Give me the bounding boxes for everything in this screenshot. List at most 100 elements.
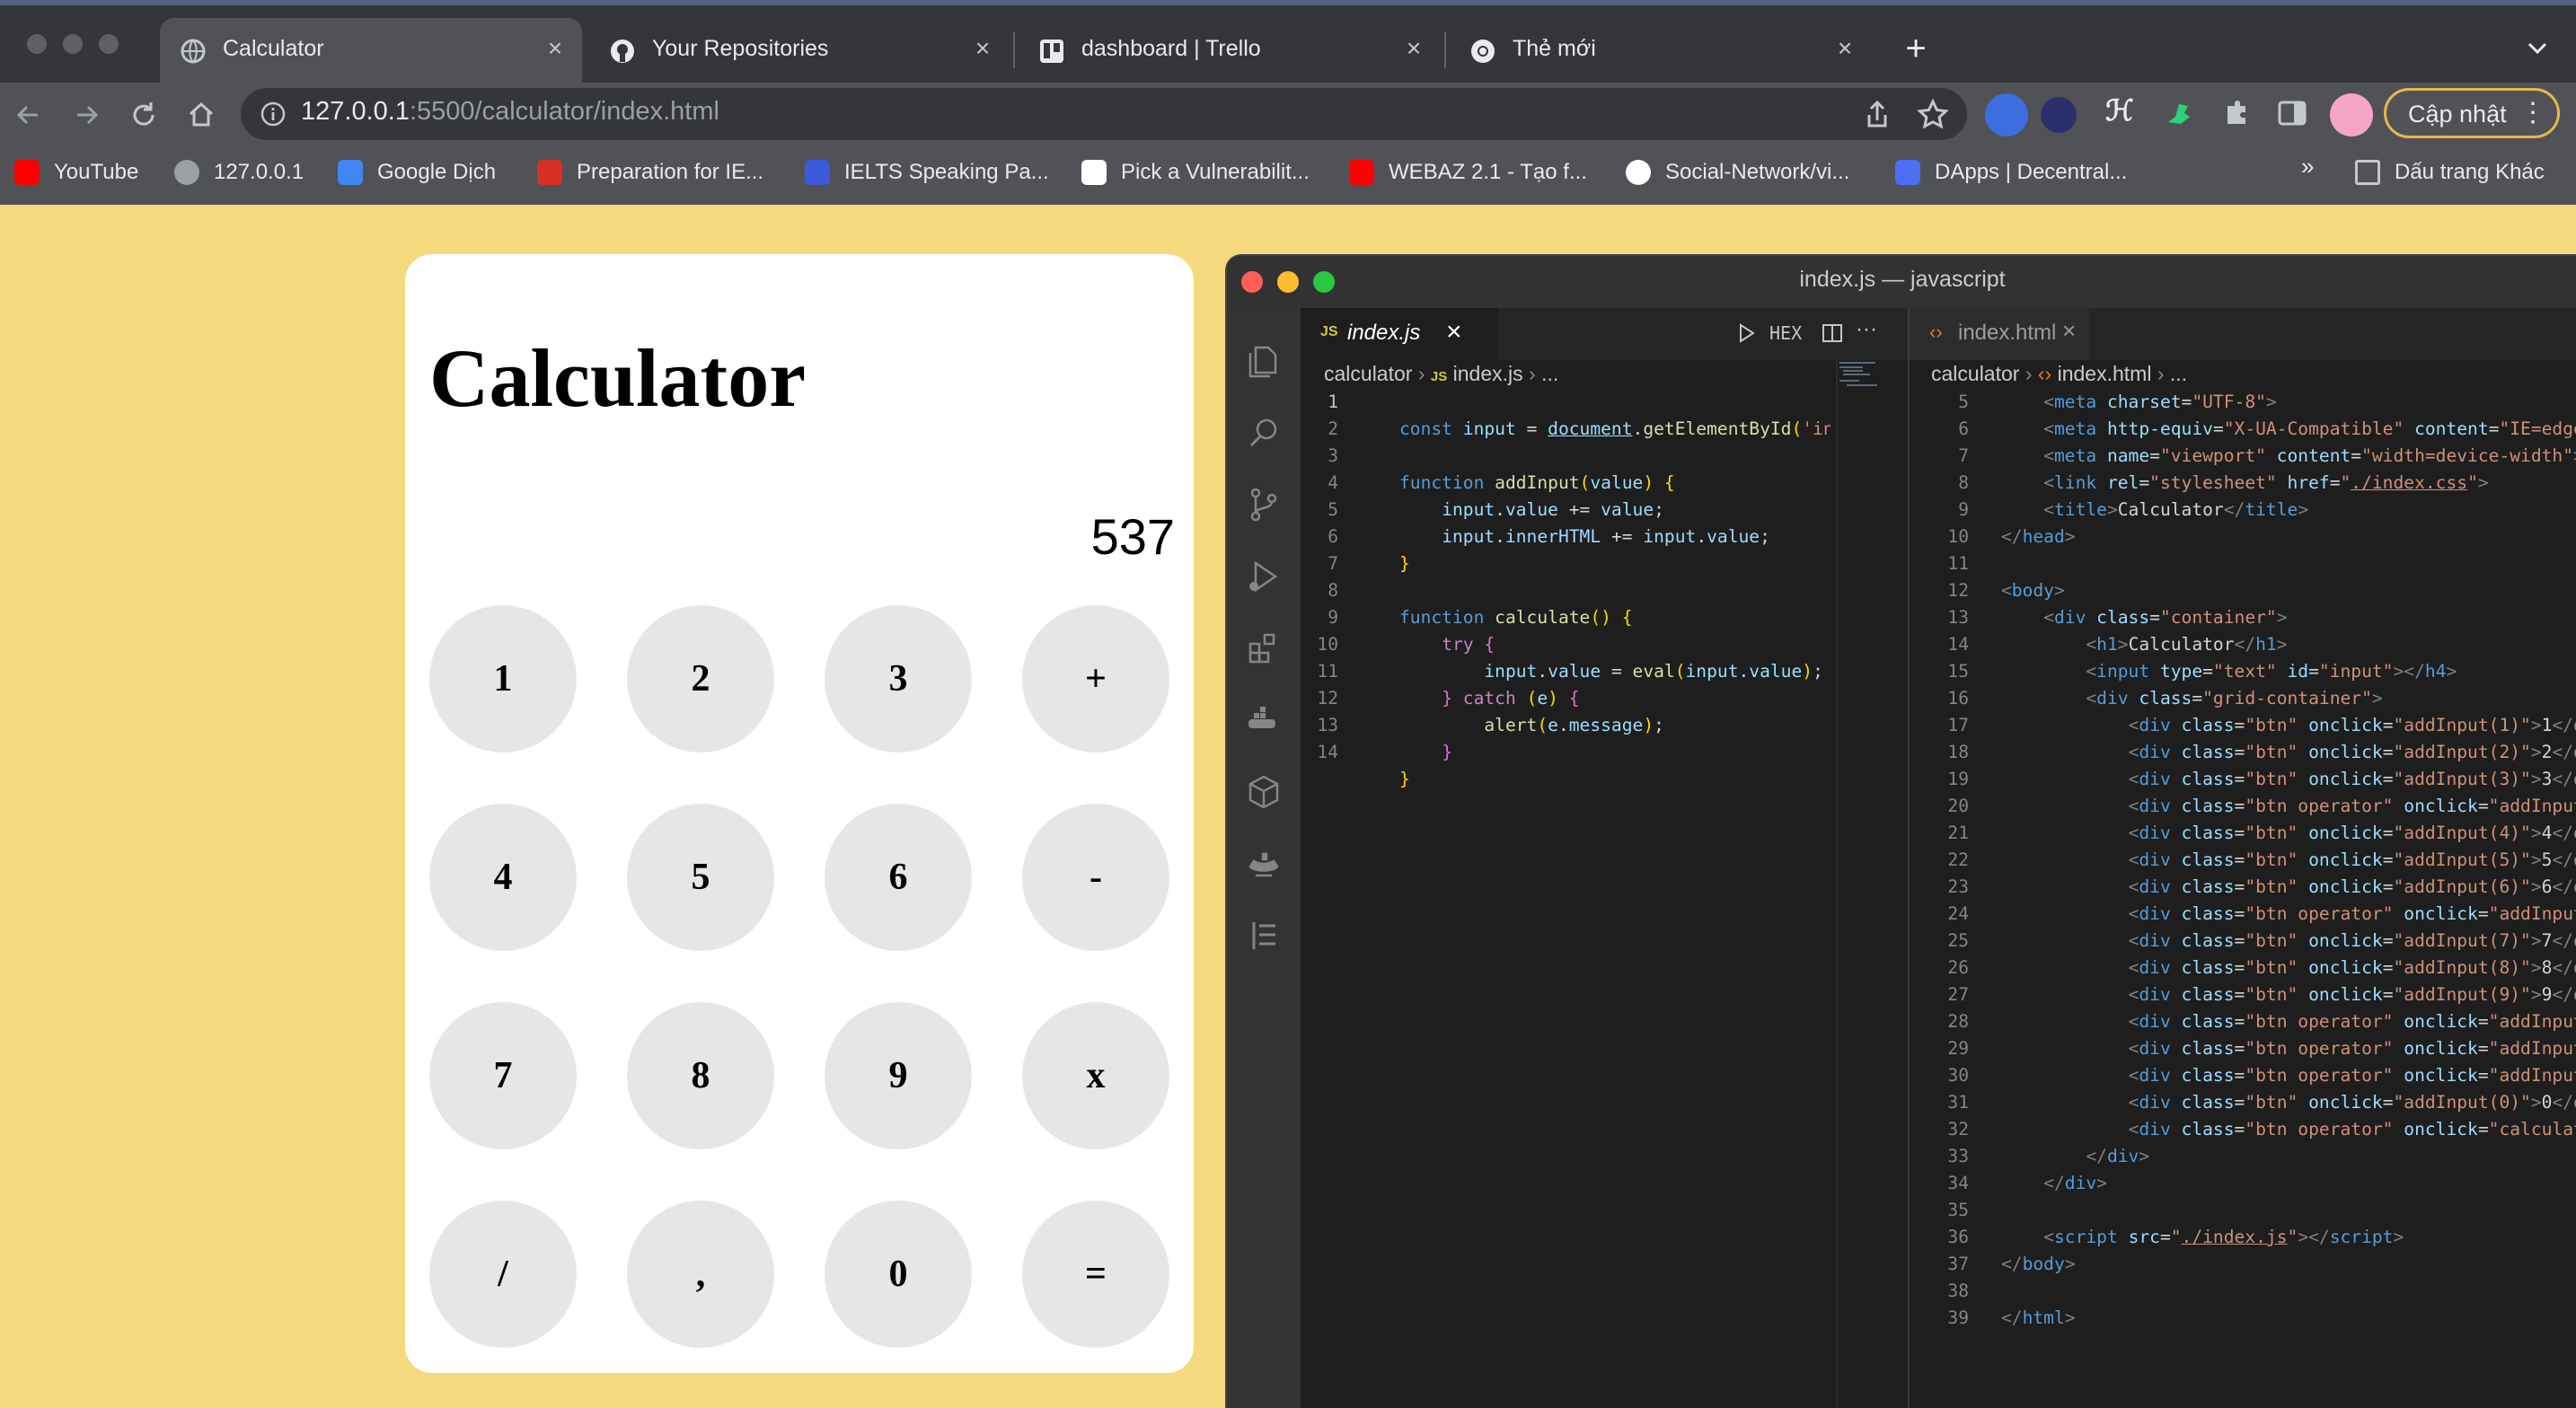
update-button[interactable]: Cập nhật ⋮ [2384, 88, 2560, 138]
breadcrumb-left: calculator › JS index.js › ... [1324, 362, 1559, 385]
tab-new-tab[interactable]: Thẻ mới × [1450, 18, 1872, 83]
bookmark-star-icon[interactable] [1915, 97, 1951, 133]
calc-button[interactable]: 6 [825, 804, 972, 951]
chrome-top-strip [0, 0, 2576, 5]
new-tab-button[interactable]: + [1898, 29, 1934, 68]
bookmark-blue-icon [805, 160, 830, 185]
home-icon[interactable] [183, 97, 219, 133]
run-file-icon[interactable] [1734, 321, 1759, 346]
translate-extension-icon[interactable] [1985, 93, 2028, 136]
breadcrumb-right: calculator › ‹› index.html › ... [1931, 362, 2188, 385]
tab-your-repositories[interactable]: Your Repositories × [589, 18, 1010, 83]
bookmark-red-icon [537, 160, 562, 185]
tab-separator [1444, 32, 1446, 68]
tab-label: Calculator [223, 36, 324, 61]
youtube-icon [1349, 160, 1374, 185]
breadcrumb-file[interactable]: index.html [2058, 362, 2152, 385]
calculator-title: Calculator [429, 332, 807, 424]
tab-separator [1013, 32, 1015, 68]
minimap[interactable] [1838, 360, 1883, 396]
left-editor-scroll-track[interactable] [1836, 360, 1838, 1408]
extension-x-icon[interactable]: ℋ [2105, 93, 2134, 128]
bookmark-pick-vulnerability[interactable]: Pick a Vulnerabilit... [1081, 154, 1342, 190]
breadcrumb-folder[interactable]: calculator [1931, 362, 2019, 385]
site-info-icon[interactable] [259, 100, 287, 128]
hex-editor-button[interactable]: HEX [1769, 322, 1802, 344]
calculator-display-input[interactable]: 537 [898, 507, 1175, 566]
calc-button[interactable]: - [1022, 804, 1169, 951]
address-url[interactable]: 127.0.0.1:5500/calculator/index.html [301, 97, 719, 127]
share-icon[interactable] [1859, 97, 1895, 133]
breadcrumb-symbol[interactable]: ... [1541, 362, 1558, 385]
calc-button[interactable]: 1 [429, 605, 577, 752]
calc-button[interactable]: 8 [627, 1002, 774, 1149]
calc-button[interactable]: , [627, 1201, 774, 1348]
tab-close-icon[interactable]: × [1446, 317, 1462, 348]
shield-icon [1895, 160, 1920, 185]
calc-button[interactable]: 4 [429, 804, 577, 951]
tab-trello-dashboard[interactable]: dashboard | Trello × [1019, 18, 1441, 83]
calc-button[interactable]: 7 [429, 1002, 577, 1149]
remote-explorer-icon[interactable] [1245, 773, 1283, 811]
js-file-icon: JS [1430, 369, 1448, 384]
split-editor-icon[interactable] [1820, 321, 1845, 346]
line-numbers-right: 5 6 7 8 9 10 11 12 13 14 15 16 17 18 19 20 21 22 23 24 25 26 2… [1947, 392, 1969, 1328]
bookmark-dapps[interactable]: DApps | Decentral... [1895, 154, 2156, 190]
calc-button[interactable]: / [429, 1201, 577, 1348]
calc-button[interactable]: x [1022, 1002, 1169, 1149]
tab-close-icon[interactable]: × [1831, 34, 1859, 63]
explorer-files-icon[interactable] [1245, 342, 1283, 380]
extensions-puzzle-icon[interactable] [2219, 95, 2254, 131]
tab-close-icon[interactable]: × [1399, 34, 1428, 63]
bookmark-social-network[interactable]: Social-Network/vi... [1626, 154, 1886, 190]
forward-arrow-icon[interactable] [68, 97, 104, 133]
breadcrumb-folder[interactable]: calculator [1324, 362, 1412, 385]
other-bookmarks-folder[interactable]: Dấu trang Khác [2355, 154, 2571, 190]
bookmark-ielts-speaking[interactable]: IELTS Speaking Pa... [805, 154, 1065, 190]
code-index-html[interactable]: <meta charset="UTF-8"> <meta http-equiv=… [2001, 389, 2576, 1332]
code-index-js[interactable]: const input = document.getElementById('i… [1399, 389, 1831, 793]
calc-button[interactable]: = [1022, 1201, 1169, 1348]
calc-button[interactable]: 3 [825, 605, 972, 752]
calc-button[interactable]: 5 [627, 804, 774, 951]
calc-button[interactable]: 2 [627, 605, 774, 752]
bookmark-localhost[interactable]: 127.0.0.1 [174, 154, 327, 190]
tab-index-js[interactable]: JS index.js × [1301, 308, 1498, 360]
bookmark-preparation-ielts[interactable]: Preparation for IE... [537, 154, 780, 190]
genie-lamp-icon[interactable] [1245, 845, 1283, 883]
tab-calculator[interactable]: Calculator × [160, 18, 582, 83]
calc-button[interactable]: 0 [825, 1201, 972, 1348]
bookmark-youtube[interactable]: YouTube [14, 154, 158, 190]
outline-list-icon[interactable] [1245, 917, 1283, 955]
bookmark-webaz[interactable]: WEBAZ 2.1 - Tạo f... [1349, 154, 1610, 190]
tab-search-chevron-icon[interactable] [2524, 34, 2551, 61]
html-file-icon: ‹› [1929, 321, 1943, 343]
more-actions-icon[interactable]: ··· [1856, 317, 1877, 342]
window-zoom-light[interactable] [99, 34, 119, 54]
bookmarks-overflow-button[interactable]: » [2301, 153, 2328, 189]
tab-label: dashboard | Trello [1081, 36, 1261, 61]
tab-close-icon[interactable]: × [541, 34, 569, 63]
github-icon [1626, 160, 1651, 185]
window-minimize-light[interactable] [63, 34, 83, 54]
window-close-light[interactable] [27, 34, 47, 54]
tab-close-icon[interactable]: × [2062, 317, 2076, 345]
breadcrumb-symbol[interactable]: ... [2170, 362, 2187, 385]
side-panel-icon[interactable] [2274, 95, 2310, 131]
calc-button[interactable]: 9 [825, 1002, 972, 1149]
profile-avatar[interactable] [2330, 93, 2373, 136]
url-host: 127.0.0.1 [301, 97, 410, 126]
dino-extension-icon[interactable] [2161, 95, 2197, 131]
reload-icon[interactable] [126, 97, 162, 133]
breadcrumb-file[interactable]: index.js [1453, 362, 1523, 385]
ghostery-extension-icon[interactable] [2041, 97, 2077, 133]
calc-button[interactable]: + [1022, 605, 1169, 752]
url-path: :5500/calculator/index.html [409, 97, 719, 126]
folder-icon [2355, 160, 2380, 185]
bookmark-google-translate[interactable]: Google Dịch [338, 154, 517, 190]
tab-close-icon[interactable]: × [968, 34, 997, 63]
chrome-icon [1471, 40, 1495, 63]
menu-dots-icon: ⋮ [2519, 98, 2546, 128]
tab-index-html[interactable]: ‹› index.html × [1910, 308, 2089, 360]
back-arrow-icon[interactable] [11, 97, 47, 133]
